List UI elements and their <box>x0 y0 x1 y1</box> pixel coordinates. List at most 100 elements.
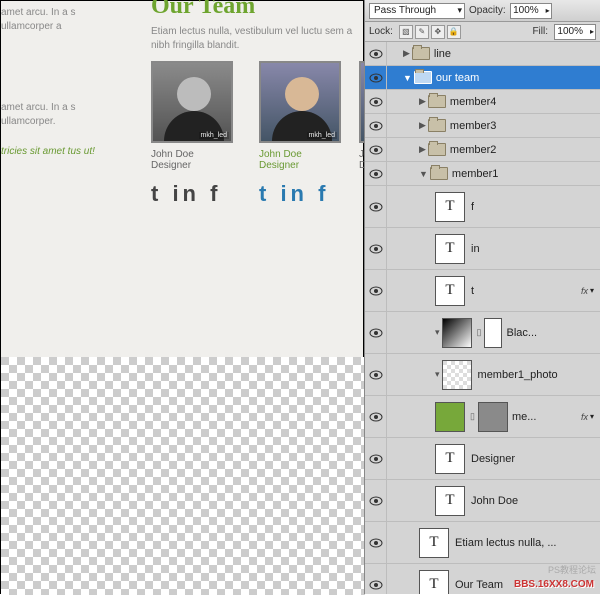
visibility-toggle[interactable] <box>365 354 387 395</box>
visibility-toggle[interactable] <box>365 480 387 521</box>
visibility-toggle[interactable] <box>365 138 387 161</box>
team-member: mkh_led John Doe Designer t in f <box>259 61 349 207</box>
layer-mask-thumb[interactable] <box>484 318 502 348</box>
fx-badge[interactable]: fx <box>581 412 590 422</box>
lock-bar: Lock: ▧ ✎ ✥ 🔒 Fill: 100% <box>365 22 600 42</box>
layer-name[interactable]: me... <box>512 411 536 423</box>
text-layer-thumb: T <box>419 570 449 595</box>
layer-name[interactable]: member1_photo <box>478 369 558 381</box>
visibility-toggle[interactable] <box>365 564 387 594</box>
visibility-toggle[interactable] <box>365 270 387 311</box>
adjustment-thumb <box>442 318 472 348</box>
layer-row[interactable]: ▾▯Blac... <box>365 312 600 354</box>
layer-name[interactable]: member4 <box>450 96 496 108</box>
expand-arrow-icon[interactable]: ▶ <box>419 96 426 107</box>
layer-row[interactable]: T Etiam lectus nulla, ... <box>365 522 600 564</box>
expand-arrow-icon[interactable]: ▼ <box>403 73 412 83</box>
text-layer-thumb: T <box>435 444 465 474</box>
link-icon[interactable]: ▯ <box>470 411 475 422</box>
layer-row[interactable]: ▶ line <box>365 42 600 66</box>
layer-row[interactable]: T Designer <box>365 438 600 480</box>
social-icons: t in f <box>259 181 349 207</box>
layers-list[interactable]: ▶ line ▼ our team ▶ member4 ▶ member3 ▶ member2 ▼ m… <box>365 42 600 594</box>
visibility-toggle[interactable] <box>365 114 387 137</box>
layers-panel: Pass Through Opacity: 100% Lock: ▧ ✎ ✥ 🔒… <box>364 0 600 594</box>
quote-text: tricies sit amet tus ut! <box>1 146 131 157</box>
layer-row[interactable]: Tin <box>365 228 600 270</box>
layer-name[interactable]: Etiam lectus nulla, ... <box>455 537 557 549</box>
lock-image-icon[interactable]: ✎ <box>415 25 429 39</box>
layer-row[interactable]: ▶ member3 <box>365 114 600 138</box>
layer-name[interactable]: member1 <box>452 168 498 180</box>
folder-icon <box>414 71 432 84</box>
layer-row[interactable]: ▶ member2 <box>365 138 600 162</box>
visibility-toggle[interactable] <box>365 522 387 563</box>
layer-row[interactable]: ▼ member1 <box>365 162 600 186</box>
member-role: Designer <box>259 160 349 171</box>
layer-name[interactable]: Blac... <box>506 327 537 339</box>
visibility-toggle[interactable] <box>365 66 387 89</box>
folder-icon <box>428 143 446 156</box>
layer-row[interactable]: ▼ our team <box>365 66 600 90</box>
fx-badge[interactable]: fx <box>581 286 590 296</box>
layer-row[interactable]: Tf <box>365 186 600 228</box>
expand-arrow-icon[interactable]: ▶ <box>419 120 426 131</box>
layer-name[interactable]: line <box>434 48 451 60</box>
layer-name[interactable]: in <box>471 243 480 255</box>
expand-arrow-icon[interactable]: ▶ <box>419 144 426 155</box>
visibility-toggle[interactable] <box>365 42 387 65</box>
fill-label: Fill: <box>532 26 548 37</box>
layer-row[interactable]: ▶ member4 <box>365 90 600 114</box>
shape-fill-thumb <box>435 402 465 432</box>
expand-arrow-icon[interactable]: ▼ <box>419 169 428 179</box>
layer-name[interactable]: Designer <box>471 453 515 465</box>
layer-name[interactable]: John Doe <box>471 495 518 507</box>
body-text-fragment: amet arcu. In a s ullamcorper a <box>1 6 121 34</box>
folder-icon <box>412 47 430 60</box>
layer-name[interactable]: member2 <box>450 144 496 156</box>
expand-arrow-icon[interactable]: ▶ <box>403 48 410 59</box>
folder-icon <box>430 167 448 180</box>
visibility-toggle[interactable] <box>365 228 387 269</box>
lock-position-icon[interactable]: ✥ <box>431 25 445 39</box>
link-icon[interactable]: ▯ <box>477 327 482 338</box>
opacity-input[interactable]: 100% <box>510 3 552 19</box>
visibility-toggle[interactable] <box>365 186 387 227</box>
layer-row[interactable]: ▯me...fx▾ <box>365 396 600 438</box>
layer-row[interactable]: Ttfx▾ <box>365 270 600 312</box>
text-layer-thumb: T <box>419 528 449 558</box>
opacity-label: Opacity: <box>469 5 506 16</box>
watermark: PS教程论坛 <box>548 563 596 576</box>
folder-icon <box>428 95 446 108</box>
text-layer-thumb: T <box>435 234 465 264</box>
panel-toolbar: Pass Through Opacity: 100% <box>365 0 600 22</box>
member-name: John Doe <box>259 149 349 160</box>
layer-name[interactable]: Our Team <box>455 579 503 591</box>
section-title: Our Team <box>151 0 255 20</box>
lock-transparency-icon[interactable]: ▧ <box>399 25 413 39</box>
layer-name[interactable]: t <box>471 285 474 297</box>
smart-object-thumb <box>442 360 472 390</box>
lock-label: Lock: <box>369 26 393 37</box>
visibility-toggle[interactable] <box>365 90 387 113</box>
watermark: BBS.16XX8.COM <box>514 579 594 590</box>
team-member: mkh_led John Doe Designer t in f <box>151 61 241 207</box>
vector-mask-thumb[interactable] <box>478 402 508 432</box>
body-text-fragment: amet arcu. In a s ullamcorper. <box>1 101 121 129</box>
layer-name[interactable]: f <box>471 201 474 213</box>
member-photo: mkh_led <box>259 61 341 143</box>
transparency-grid <box>1 357 365 595</box>
visibility-toggle[interactable] <box>365 396 387 437</box>
layer-name[interactable]: member3 <box>450 120 496 132</box>
section-description: Etiam lectus nulla, vestibulum vel luctu… <box>151 25 371 53</box>
blend-mode-dropdown[interactable]: Pass Through <box>369 3 465 19</box>
visibility-toggle[interactable] <box>365 438 387 479</box>
visibility-toggle[interactable] <box>365 312 387 353</box>
text-layer-thumb: T <box>435 192 465 222</box>
layer-row[interactable]: ▾member1_photo <box>365 354 600 396</box>
layer-name[interactable]: our team <box>436 72 479 84</box>
fill-input[interactable]: 100% <box>554 24 596 40</box>
lock-all-icon[interactable]: 🔒 <box>447 25 461 39</box>
visibility-toggle[interactable] <box>365 162 387 185</box>
layer-row[interactable]: TJohn Doe <box>365 480 600 522</box>
